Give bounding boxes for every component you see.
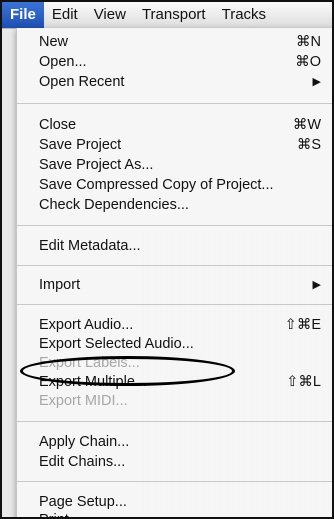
menu-item-save-compressed-copy[interactable]: Save Compressed Copy of Project...: [17, 175, 332, 195]
menu-item-label: Print...: [39, 510, 81, 517]
menu-item-label: Export Audio...: [39, 317, 134, 333]
menu-item-open-recent[interactable]: Open Recent ▶: [17, 72, 332, 92]
shortcut-label: ⇧⌘E: [284, 317, 321, 333]
menu-item-open[interactable]: Open... ⌘O: [17, 52, 332, 72]
menu-separator: [17, 103, 332, 104]
menu-item-save-project-as[interactable]: Save Project As...: [17, 155, 332, 175]
menu-item-close[interactable]: Close ⌘W: [17, 115, 332, 135]
menu-transport[interactable]: Transport: [134, 2, 214, 28]
menu-separator: [17, 481, 332, 482]
menu-separator: [17, 304, 332, 305]
submenu-arrow-icon: ▶: [312, 76, 321, 88]
shortcut-label: ⌘S: [296, 137, 321, 153]
menu-item-label: Save Project As...: [39, 157, 154, 173]
menu-item-export-selected-audio[interactable]: Export Selected Audio...: [17, 334, 332, 354]
menu-item-new[interactable]: New ⌘N: [17, 32, 332, 52]
menu-item-apply-chain[interactable]: Apply Chain...: [17, 432, 332, 452]
menu-item-label: Apply Chain...: [39, 434, 130, 450]
menu-file[interactable]: File: [2, 2, 44, 28]
menu-item-export-labels: Export Labels...: [17, 353, 332, 373]
menu-item-label: Export Selected Audio...: [39, 336, 194, 352]
menu-item-export-audio[interactable]: Export Audio... ⇧⌘E: [17, 315, 332, 335]
menu-item-label: Edit Chains...: [39, 454, 126, 470]
menu-item-label: Export Labels...: [39, 355, 140, 371]
menu-separator: [17, 265, 332, 266]
menu-item-label: Import: [39, 277, 81, 293]
menu-view[interactable]: View: [86, 2, 134, 28]
menu-tracks[interactable]: Tracks: [214, 2, 274, 28]
shortcut-label: ⌘O: [295, 54, 321, 70]
menu-item-label: Close: [39, 117, 77, 133]
menu-item-label: Edit Metadata...: [39, 238, 141, 254]
menu-item-edit-metadata[interactable]: Edit Metadata...: [17, 236, 332, 256]
menu-item-export-multiple[interactable]: Export Multiple... ⇧⌘L: [17, 372, 332, 392]
menu-item-label: Open...: [39, 54, 87, 70]
menu-item-label: Save Project: [39, 137, 122, 153]
menu-item-label: Page Setup...: [39, 494, 127, 510]
menu-item-import[interactable]: Import ▶: [17, 275, 332, 295]
submenu-arrow-icon: ▶: [312, 279, 321, 291]
shortcut-label: ⇧⌘L: [286, 374, 321, 390]
file-menu-dropdown: New ⌘N Open... ⌘O Open Recent ▶ Close ⌘W…: [16, 28, 332, 517]
menu-item-label: New: [39, 34, 69, 50]
menu-separator: [17, 421, 332, 422]
menu-item-label: Open Recent: [39, 74, 125, 90]
menu-item-edit-chains[interactable]: Edit Chains...: [17, 452, 332, 472]
menu-item-page-setup[interactable]: Page Setup...: [17, 492, 332, 512]
menu-item-print[interactable]: Print...: [17, 510, 332, 517]
shortcut-label: ⌘N: [296, 34, 321, 50]
screenshot-frame: File Edit View Transport Tracks New ⌘N O…: [0, 0, 334, 519]
menu-item-check-dependencies[interactable]: Check Dependencies...: [17, 195, 332, 215]
menu-item-label: Export MIDI...: [39, 393, 128, 409]
menu-item-export-midi: Export MIDI...: [17, 391, 332, 411]
menu-item-label: Save Compressed Copy of Project...: [39, 177, 274, 193]
menu-item-label: Export Multiple...: [39, 374, 147, 390]
menu-separator: [17, 225, 332, 226]
shortcut-label: ⌘W: [292, 117, 321, 133]
menu-item-save-project[interactable]: Save Project ⌘S: [17, 135, 332, 155]
menu-edit[interactable]: Edit: [44, 2, 86, 28]
menu-item-label: Check Dependencies...: [39, 197, 189, 213]
menu-bar: File Edit View Transport Tracks: [2, 2, 332, 29]
